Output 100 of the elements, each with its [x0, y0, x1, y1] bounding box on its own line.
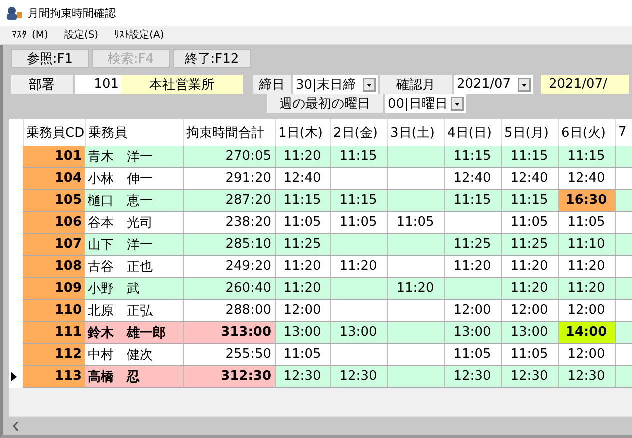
table-cell: 11:20 [275, 256, 330, 278]
table-cell: 11:05 [275, 344, 330, 366]
table-cell: 11:05 [275, 212, 330, 234]
table-cell: 107 [23, 234, 85, 256]
table-cell: 中村 健次 [85, 344, 183, 366]
table-cell: 109 [23, 278, 85, 300]
dropdown-arrow-icon [518, 78, 531, 92]
dropdown[interactable]: 30|末日締 [293, 75, 378, 94]
table-cell: 小林 伸一 [85, 168, 183, 190]
row-header[interactable] [9, 366, 23, 388]
table-cell: 12:30 [501, 366, 558, 388]
dropdown-value: 2021/07 [457, 77, 512, 92]
menu-item[interactable]: 設定(S) [56, 28, 107, 42]
table-cell: 11:15 [501, 190, 558, 212]
table-cell: 260:40 [183, 278, 275, 300]
table-cell: 13:00 [330, 322, 387, 344]
table-cell: 11:25 [501, 234, 558, 256]
field-label: 週の最初の曜日 [267, 94, 383, 113]
table-cell: 238:20 [183, 212, 275, 234]
table-cell: 11:20 [501, 278, 558, 300]
table-cell: 11:15 [330, 146, 387, 168]
menu-item[interactable]: ﾘｽﾄ設定(A) [106, 28, 172, 42]
table-cell: 287:20 [183, 190, 275, 212]
row-pointer-icon [11, 372, 17, 382]
table-cell: 11:05 [501, 212, 558, 234]
table-cell: 北原 正弘 [85, 300, 183, 322]
table-cell: 11:05 [330, 212, 387, 234]
dropdown-value: 00|日曜日 [388, 96, 448, 112]
dropdown-value: 30|末日締 [296, 76, 356, 94]
table-cell: 12:30 [330, 366, 387, 388]
table-cell: 105 [23, 190, 85, 212]
table-cell: 12:00 [275, 300, 330, 322]
table-cell: 111 [23, 322, 85, 344]
table-cell: 11:20 [558, 278, 615, 300]
table-cell: 12:40 [444, 168, 501, 190]
toolbar-button[interactable]: 終了:F12 [173, 49, 251, 68]
table-cell: 12:00 [558, 300, 615, 322]
table-cell: 11:20 [330, 256, 387, 278]
table-cell: 12:40 [275, 168, 330, 190]
table-cell: 112 [23, 344, 85, 366]
table-cell: 255:50 [183, 344, 275, 366]
table-cell: 12:00 [444, 300, 501, 322]
table-cell: 249:20 [183, 256, 275, 278]
table-cell: 11:05 [558, 212, 615, 234]
table-cell: 312:30 [183, 366, 275, 388]
table-cell: 高橋 忍 [85, 366, 183, 388]
table-cell: 113 [23, 366, 85, 388]
field-label: 締日 [253, 75, 291, 94]
table-cell: 106 [23, 212, 85, 234]
table-cell: 108 [23, 256, 85, 278]
app-icon [6, 6, 22, 20]
table-cell: 青木 洋一 [85, 146, 183, 168]
dropdown[interactable]: 00|日曜日 [385, 94, 466, 113]
menu-item[interactable]: ﾏｽﾀｰ(M) [4, 29, 56, 41]
table-cell: 古谷 正也 [85, 256, 183, 278]
table-cell: 11:15 [275, 190, 330, 212]
table-cell: 山下 洋一 [85, 234, 183, 256]
table-cell: 11:20 [501, 256, 558, 278]
table-cell: 谷本 光司 [85, 212, 183, 234]
table-cell: 12:40 [501, 168, 558, 190]
table-cell: 11:25 [444, 234, 501, 256]
table-cell: 11:20 [558, 256, 615, 278]
date-display: 2021/07/ [541, 75, 629, 94]
field-label: 部署 [11, 75, 73, 94]
table-cell: 小野 武 [85, 278, 183, 300]
table-cell: 12:00 [501, 300, 558, 322]
table-cell: 13:00 [501, 322, 558, 344]
scroll-left-icon [13, 422, 19, 430]
dropdown-arrow-icon [363, 78, 376, 92]
table-cell: 12:30 [275, 366, 330, 388]
table-cell: 11:05 [444, 344, 501, 366]
table-cell: 11:25 [275, 234, 330, 256]
table-cell: 110 [23, 300, 85, 322]
table-cell: 11:15 [444, 190, 501, 212]
table-cell: 11:20 [275, 278, 330, 300]
table-cell: 13:00 [275, 322, 330, 344]
table-cell: 13:00 [444, 322, 501, 344]
name-display: 本社営業所 [121, 75, 243, 94]
dropdown[interactable]: 2021/07 [454, 75, 533, 94]
table-cell: 270:05 [183, 146, 275, 168]
table-cell: 11:20 [275, 146, 330, 168]
table-cell: 11:15 [444, 146, 501, 168]
table-cell: 11:05 [387, 212, 444, 234]
table-cell: 12:30 [444, 366, 501, 388]
toolbar-button[interactable]: 参照:F1 [11, 49, 89, 68]
table-cell: 101 [23, 146, 85, 168]
table-cell: 11:20 [387, 278, 444, 300]
table-cell: 291:20 [183, 168, 275, 190]
table-cell: 104 [23, 168, 85, 190]
table-cell: 12:30 [558, 366, 615, 388]
table-cell: 16:30 [558, 190, 615, 212]
table-cell: 12:00 [558, 344, 615, 366]
table-cell: 樋口 恵一 [85, 190, 183, 212]
table-cell: 12:40 [558, 168, 615, 190]
table-cell: 11:15 [501, 146, 558, 168]
code-field[interactable]: 101 [75, 75, 121, 94]
table-cell: 11:15 [558, 146, 615, 168]
table-cell: 11:15 [330, 190, 387, 212]
horizontal-scrollbar[interactable] [9, 416, 632, 435]
table-cell: 11:20 [444, 256, 501, 278]
